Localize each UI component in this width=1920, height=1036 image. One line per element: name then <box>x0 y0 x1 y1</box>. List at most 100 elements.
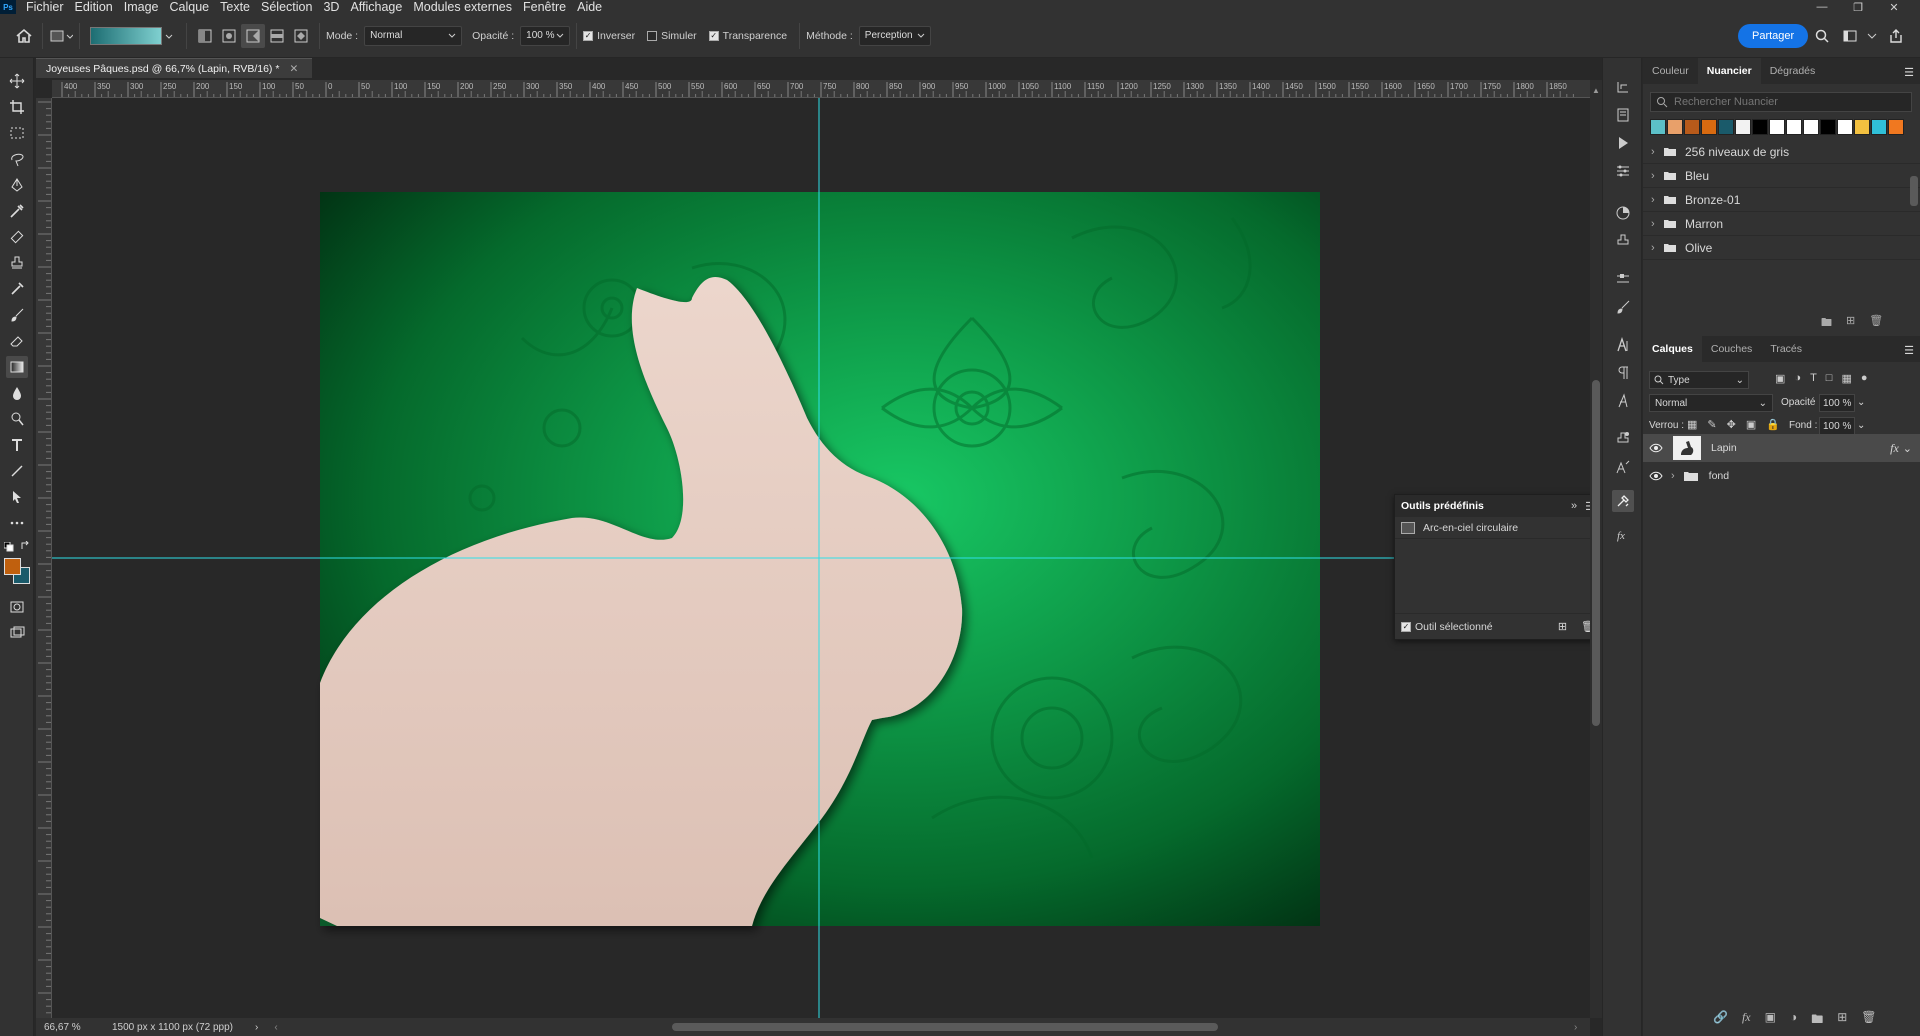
linear-gradient-icon[interactable] <box>193 24 217 48</box>
filter-toggle-icon[interactable]: ● <box>1861 372 1868 385</box>
chevron-right-icon[interactable]: › <box>1574 1022 1577 1033</box>
restore-button[interactable]: ❐ <box>1838 0 1878 14</box>
stamp-tool-icon[interactable] <box>6 252 28 274</box>
tab-couleur[interactable]: Couleur <box>1643 58 1698 84</box>
menu-aide[interactable]: Aide <box>577 0 602 14</box>
path-selection-icon[interactable] <box>6 486 28 508</box>
layer-row-lapin[interactable]: Lapin fx ⌄ <box>1643 434 1920 462</box>
share-button[interactable]: Partager <box>1738 24 1809 48</box>
delete-layer-icon[interactable]: 🗑 <box>1861 1010 1876 1031</box>
method-select[interactable]: Perception <box>858 25 931 46</box>
tab-traces[interactable]: Tracés <box>1761 336 1811 362</box>
add-mask-icon[interactable]: ▣ <box>1765 1010 1776 1031</box>
move-tool-icon[interactable] <box>6 70 28 92</box>
folder-bronze-01[interactable]: › Bronze-01 <box>1643 188 1920 212</box>
home-icon[interactable] <box>12 24 36 48</box>
vertical-scrollbar[interactable]: ▲ <box>1590 80 1602 1018</box>
layer-row-fond[interactable]: › fond <box>1643 462 1920 490</box>
canvas-area[interactable] <box>52 98 1590 1018</box>
dodge-tool-icon[interactable] <box>6 408 28 430</box>
chevron-right-icon[interactable]: › <box>255 1022 258 1033</box>
menu-texte[interactable]: Texte <box>220 0 250 14</box>
color-swatch[interactable] <box>1667 119 1683 135</box>
tab-degrades[interactable]: Dégradés <box>1761 58 1825 84</box>
menu-fichier[interactable]: Fichier <box>26 0 64 14</box>
close-tab-icon[interactable]: ✕ <box>289 63 298 75</box>
simuler-checkbox[interactable]: Simuler <box>647 30 697 42</box>
lock-all-icon[interactable]: 🔒 <box>1766 418 1780 431</box>
color-swatch[interactable] <box>1735 119 1751 135</box>
menu-modules-externes[interactable]: Modules externes <box>413 0 512 14</box>
radial-gradient-icon[interactable] <box>217 24 241 48</box>
fill-input[interactable]: 100 % <box>1819 417 1855 435</box>
color-swatch[interactable] <box>1650 119 1666 135</box>
swatch-scrollbar[interactable] <box>1910 176 1918 206</box>
lock-transparent-icon[interactable]: ▦ <box>1687 418 1697 431</box>
tab-couches[interactable]: Couches <box>1702 336 1761 362</box>
chevron-up-icon[interactable]: ▲ <box>1590 86 1602 95</box>
foreground-color[interactable] <box>4 558 21 575</box>
color-swatch[interactable] <box>1752 119 1768 135</box>
blur-tool-icon[interactable] <box>6 382 28 404</box>
lasso-tool-icon[interactable] <box>6 148 28 170</box>
panel-menu-icon[interactable]: ☰ <box>1904 66 1914 79</box>
swatch-search[interactable] <box>1650 92 1912 112</box>
properties-icon[interactable] <box>1612 104 1634 126</box>
tab-calques[interactable]: Calques <box>1643 336 1702 362</box>
horizontal-scrollbar[interactable] <box>672 1023 1218 1031</box>
collapse-panel-icon[interactable]: » <box>1571 500 1577 513</box>
blend-mode-select[interactable]: Normal ⌄ <box>1649 394 1773 412</box>
marquee-tool-icon[interactable] <box>6 122 28 144</box>
lock-artboard-icon[interactable]: ▣ <box>1746 418 1756 431</box>
gradient-picker[interactable] <box>90 26 176 45</box>
color-sampler-icon[interactable] <box>6 278 28 300</box>
adjustments-icon[interactable] <box>1612 160 1634 182</box>
color-swatch[interactable] <box>1718 119 1734 135</box>
stamp-panel-icon[interactable] <box>1612 230 1634 252</box>
eyedropper-tool-icon[interactable] <box>6 200 28 222</box>
crop-tool-icon[interactable] <box>6 96 28 118</box>
document-canvas[interactable] <box>52 98 1590 1018</box>
minimize-button[interactable]: — <box>1802 0 1842 14</box>
color-swatch[interactable] <box>1854 119 1870 135</box>
transparence-checkbox[interactable]: ✓ Transparence <box>708 30 787 42</box>
color-swatch[interactable] <box>1684 119 1700 135</box>
brush-panel-icon[interactable] <box>1612 296 1634 318</box>
quick-mask-icon[interactable] <box>6 596 28 618</box>
layer-filter-select[interactable]: Type ⌄ <box>1649 371 1749 389</box>
share-export-icon[interactable] <box>1884 24 1908 48</box>
folder-256-niveaux-de-gris[interactable]: › 256 niveaux de gris <box>1643 140 1920 164</box>
healing-brush-icon[interactable] <box>6 226 28 248</box>
new-preset-icon[interactable]: ⊞ <box>1558 620 1567 633</box>
layer-fx-icon[interactable]: fx <box>1890 441 1899 456</box>
glyphs-icon[interactable] <box>1612 390 1634 412</box>
gradient-tool-icon[interactable] <box>6 356 28 378</box>
eraser-tool-icon[interactable] <box>6 330 28 352</box>
pen-tool-icon[interactable] <box>6 174 28 196</box>
line-tool-icon[interactable] <box>6 460 28 482</box>
chevron-right-icon[interactable]: › <box>1671 470 1675 482</box>
paragraph-icon[interactable] <box>1612 362 1634 384</box>
more-tools-icon[interactable] <box>6 512 28 534</box>
opacity-input[interactable]: 100 % <box>520 25 571 46</box>
folder-olive[interactable]: › Olive <box>1643 236 1920 260</box>
panel-menu-icon[interactable]: ☰ <box>1904 344 1914 357</box>
type-tool-icon[interactable] <box>6 434 28 456</box>
diamond-gradient-icon[interactable] <box>289 24 313 48</box>
color-swatch[interactable] <box>1803 119 1819 135</box>
menu-3d[interactable]: 3D <box>323 0 339 14</box>
new-group-icon[interactable]: 🖿 <box>1821 314 1832 333</box>
lock-pixels-icon[interactable]: ✎ <box>1707 418 1716 431</box>
zoom-level[interactable]: 66,67 % <box>44 1022 104 1033</box>
delete-swatch-icon[interactable]: 🗑 <box>1869 314 1883 333</box>
layer-name[interactable]: Lapin <box>1711 442 1737 454</box>
filter-shape-icon[interactable]: □ <box>1826 372 1833 385</box>
history-icon[interactable] <box>1612 76 1634 98</box>
search-icon[interactable] <box>1810 24 1834 48</box>
new-group-icon[interactable]: 🖿 <box>1811 1010 1823 1031</box>
color-swatch[interactable] <box>1837 119 1853 135</box>
chevron-down-icon[interactable] <box>1860 24 1884 48</box>
menu-affichage[interactable]: Affichage <box>350 0 402 14</box>
close-button[interactable]: ✕ <box>1874 0 1914 14</box>
default-colors-icon[interactable] <box>4 542 14 552</box>
